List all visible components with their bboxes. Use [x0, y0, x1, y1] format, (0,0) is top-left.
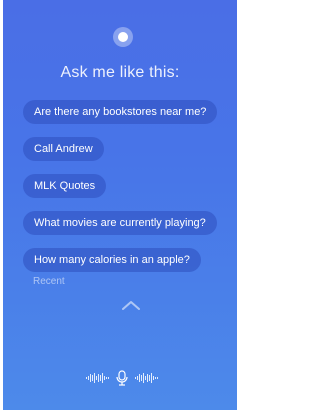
assistant-orb-core — [118, 32, 128, 42]
waveform-left-icon — [86, 373, 109, 383]
suggestion-chip-mlk-quotes[interactable]: MLK Quotes — [23, 174, 107, 198]
microphone-icon[interactable] — [116, 370, 128, 386]
suggestion-chip-bookstores[interactable]: Are there any bookstores near me? — [23, 100, 218, 124]
chevron-up-icon[interactable] — [121, 300, 141, 310]
assistant-orb-icon[interactable] — [113, 27, 133, 47]
voice-input-bar[interactable] — [73, 370, 173, 386]
assistant-screen: Ask me like this: Are there any bookstor… — [3, 0, 237, 410]
suggestion-chip-calories[interactable]: How many calories in an apple? — [23, 248, 201, 272]
suggestion-list: Are there any bookstores near me? Call A… — [23, 100, 233, 285]
prompt-heading: Ask me like this: — [60, 64, 180, 81]
recent-label[interactable]: Recent — [33, 276, 65, 287]
suggestion-chip-call-andrew[interactable]: Call Andrew — [23, 137, 104, 161]
waveform-right-icon — [135, 373, 158, 383]
suggestion-chip-movies[interactable]: What movies are currently playing? — [23, 211, 217, 235]
